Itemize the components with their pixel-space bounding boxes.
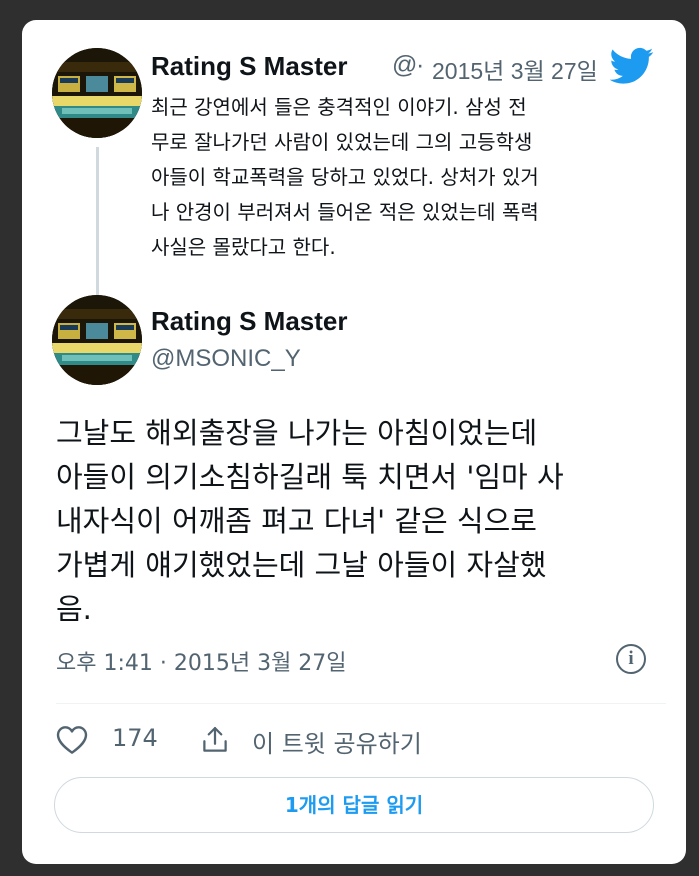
quoted-avatar[interactable]: [52, 48, 142, 138]
main-author-handle[interactable]: @MSONIC_Y: [151, 345, 301, 373]
quoted-date[interactable]: 2015년 3월 27일: [432, 52, 598, 86]
share-button[interactable]: 이 트윗 공유하기: [200, 722, 480, 758]
info-icon[interactable]: i: [616, 644, 646, 674]
tweet-card: Rating S Master @ · 2015년 3월 27일 최근 강연에서…: [22, 20, 686, 864]
quoted-tweet-text: 최근 강연에서 들은 충격적인 이야기. 삼성 전 무로 잘나가던 사람이 있었…: [151, 95, 539, 259]
quoted-separator: ·: [416, 51, 425, 79]
share-icon: [200, 724, 230, 760]
tweet-timestamp[interactable]: 오후 1:41 · 2015년 3월 27일: [56, 645, 347, 677]
twitter-bird-icon[interactable]: [609, 47, 654, 89]
quoted-author-name[interactable]: Rating S Master: [151, 51, 348, 82]
main-author-name[interactable]: Rating S Master: [151, 306, 348, 337]
main-avatar[interactable]: [52, 295, 142, 385]
like-button[interactable]: 174: [56, 722, 186, 758]
action-divider: [56, 703, 666, 704]
main-tweet-text: 그날도 해외출장을 나가는 아침이었는데 아들이 의기소침하길래 툭 치면서 '…: [56, 416, 564, 626]
read-replies-button[interactable]: 1개의 답글 읽기: [54, 777, 654, 833]
thread-connector-line: [96, 147, 99, 307]
heart-icon: [56, 725, 88, 759]
share-label: 이 트윗 공유하기: [252, 730, 422, 758]
like-count: 174: [112, 724, 158, 752]
quoted-author-handle[interactable]: @: [392, 51, 417, 80]
